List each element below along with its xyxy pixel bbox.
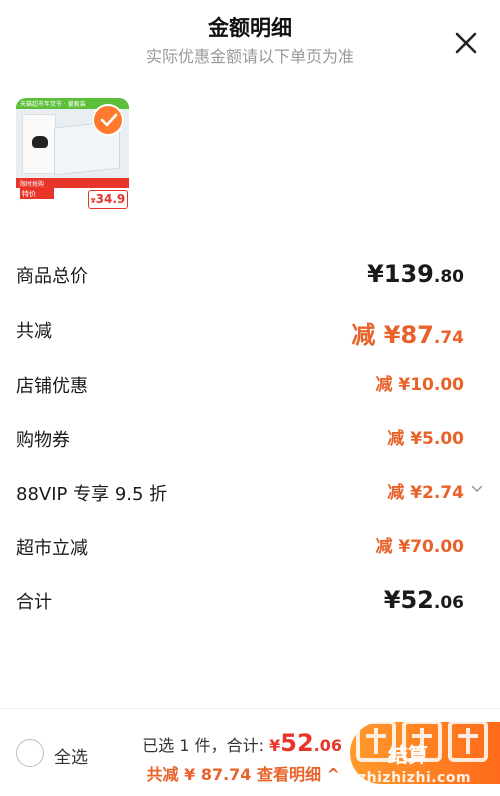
total-value: ¥139.80 bbox=[367, 260, 464, 288]
detail-text: 查看明细 ^ bbox=[257, 765, 340, 784]
row-market-discount: 超市立减 减 ¥70.00 bbox=[0, 526, 500, 566]
sum-value: ¥52.06 bbox=[384, 586, 464, 614]
row-sum: 合计 ¥52.06 bbox=[0, 580, 500, 620]
total-int: 139 bbox=[383, 260, 434, 288]
row-shop-discount: 店铺优惠 减 ¥10.00 bbox=[0, 364, 500, 404]
sum-dec: .06 bbox=[433, 593, 464, 613]
sum-int: 52 bbox=[400, 586, 434, 614]
reduce-int: 87 bbox=[400, 321, 434, 349]
shop-value: 减 ¥10.00 bbox=[375, 370, 464, 395]
close-icon[interactable] bbox=[450, 27, 482, 59]
select-all-radio[interactable] bbox=[16, 739, 44, 767]
total-yen: ¥ bbox=[367, 260, 384, 288]
sheet-title: 金额明细 bbox=[208, 16, 292, 40]
thumb-band-text: 限时抢购 bbox=[20, 181, 45, 188]
thumb-badge-text: 特价 bbox=[22, 190, 36, 198]
coupon-label: 购物券 bbox=[16, 430, 70, 451]
vip-dec: .74 bbox=[433, 483, 464, 503]
market-label: 超市立减 bbox=[16, 538, 88, 559]
shop-label: 店铺优惠 bbox=[16, 376, 88, 397]
total-label: 商品总价 bbox=[16, 266, 88, 287]
sum-yen: ¥ bbox=[383, 586, 401, 614]
sheet-header: 金额明细 实际优惠金额请以下单页为准 bbox=[0, 0, 500, 80]
vip-label: 88VIP 专享 9.5 折 bbox=[16, 484, 168, 505]
market-prefix: 减 ¥ bbox=[375, 537, 411, 557]
shop-int: 10 bbox=[410, 375, 434, 395]
reduce-total-text: 共减 ¥ 87.74 bbox=[146, 765, 252, 784]
checkmark-icon bbox=[100, 113, 118, 127]
cat-logo-icon bbox=[32, 136, 48, 148]
coupon-int: 5 bbox=[422, 429, 434, 449]
row-coupon: 购物券 减 ¥5.00 bbox=[0, 418, 500, 458]
reduce-dec: .74 bbox=[433, 328, 464, 348]
selected-summary: 已选 1 件，合计: ¥52.06 bbox=[142, 729, 342, 757]
total-dec: .80 bbox=[433, 267, 464, 287]
thumb-top-text: 天猫超市年货节 · 量贩装 bbox=[20, 101, 86, 108]
shop-prefix: 减 ¥ bbox=[375, 375, 411, 395]
coupon-value: 减 ¥5.00 bbox=[387, 424, 464, 449]
summary-int: 52 bbox=[280, 729, 314, 757]
market-value: 减 ¥70.00 bbox=[375, 532, 464, 557]
row-total: 商品总价 ¥139.80 bbox=[0, 254, 500, 294]
market-int: 70 bbox=[410, 537, 434, 557]
sheet-subtitle: 实际优惠金额请以下单页为准 bbox=[145, 47, 354, 66]
coupon-dec: .00 bbox=[433, 429, 464, 449]
vip-value: 减 ¥2.74 bbox=[387, 478, 464, 503]
coupon-prefix: 减 ¥ bbox=[387, 429, 423, 449]
reduce-label: 共减 bbox=[16, 321, 52, 342]
shop-dec: .00 bbox=[433, 375, 464, 395]
price-value: 34.9 bbox=[95, 192, 126, 206]
vip-int: 2 bbox=[422, 483, 434, 503]
watermark-logo-icon bbox=[356, 720, 488, 762]
summary-dec: .06 bbox=[313, 736, 342, 755]
row-reduce: 共减 减 ¥87.74 bbox=[0, 309, 500, 349]
market-dec: .00 bbox=[433, 537, 464, 557]
view-detail-link[interactable]: 共减 ¥ 87.74 查看明细 ^ bbox=[147, 761, 340, 785]
reduce-value: 减 ¥87.74 bbox=[351, 315, 464, 350]
amount-detail-sheet: 金额明细 实际优惠金额请以下单页为准 天猫超市年货节 · 量贩装 限时抢购 特价… bbox=[0, 0, 500, 796]
selected-text: 已选 1 件，合计: bbox=[142, 736, 265, 755]
selected-check-icon[interactable] bbox=[92, 104, 124, 136]
select-all-label[interactable]: 全选 bbox=[54, 743, 88, 768]
watermark-site: zhizhizhi.com bbox=[358, 770, 472, 786]
vip-prefix: 减 ¥ bbox=[387, 483, 423, 503]
sum-label: 合计 bbox=[16, 592, 52, 613]
summary-yen: ¥ bbox=[269, 736, 281, 755]
reduce-prefix: 减 ¥ bbox=[351, 321, 401, 349]
row-88vip[interactable]: 88VIP 专享 9.5 折 减 ¥2.74 bbox=[0, 472, 500, 512]
chevron-down-icon[interactable] bbox=[470, 482, 484, 496]
product-price-tag: ¥34.9 bbox=[88, 190, 128, 209]
